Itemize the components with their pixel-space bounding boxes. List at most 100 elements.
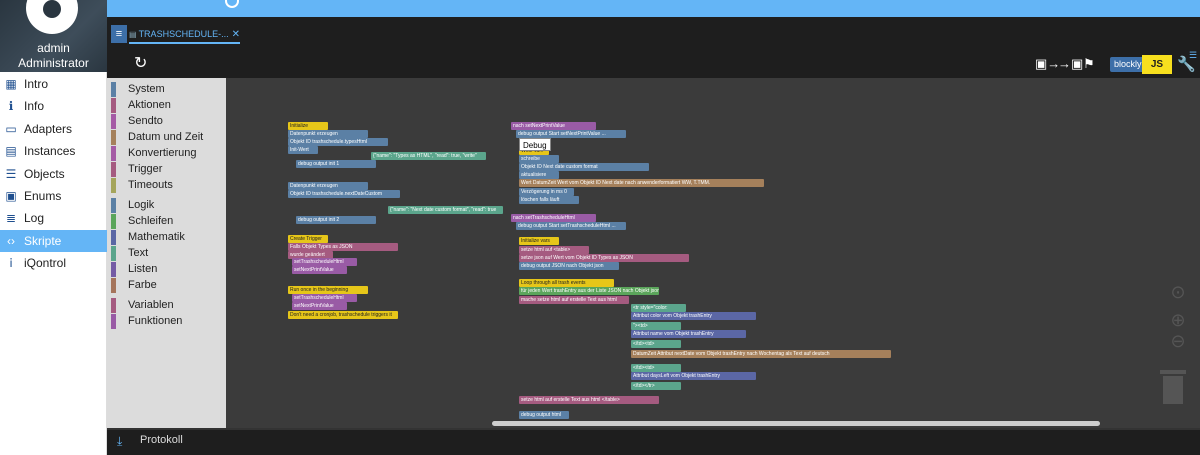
export-icon[interactable]: ▣→ xyxy=(1035,56,1060,72)
script-block[interactable]: nach setTrashscheduleHtml xyxy=(511,214,596,222)
script-block[interactable]: setNextPrintValue xyxy=(292,266,347,274)
category-color-swatch xyxy=(111,161,116,177)
script-block[interactable]: setTrashscheduleHtml xyxy=(292,294,357,302)
js-badge[interactable]: JS xyxy=(1142,55,1172,74)
script-block[interactable]: Wert DatumZeit Wert vom Objekt ID Next d… xyxy=(519,179,764,187)
tab-trashschedule[interactable]: ▤ TRASHSCHEDULE-... ✕ xyxy=(129,26,240,44)
category-trigger[interactable]: Trigger xyxy=(111,161,162,177)
blockly-workspace: System Aktionen Sendto Datum und Zeit Konver… xyxy=(107,78,1200,428)
script-block[interactable]: Attribut daysLeft vom Objekt trashEntry xyxy=(631,372,756,380)
script-block[interactable]: Objekt ID Next date custom format xyxy=(519,163,649,171)
script-block[interactable]: setze json auf Wert vom Objekt ID Types … xyxy=(519,254,689,262)
zoom-in-icon[interactable]: ⊕ xyxy=(1169,311,1187,329)
category-schleifen[interactable]: Schleifen xyxy=(111,213,173,229)
refresh-icon[interactable]: ↻ xyxy=(134,55,147,73)
sort-icon[interactable]: ☰ xyxy=(1189,50,1197,61)
category-datum-und-zeit[interactable]: Datum und Zeit xyxy=(111,129,203,145)
script-block[interactable]: debug output Start setNextPrintValue ... xyxy=(516,130,626,138)
script-block[interactable]: Run once in the beginning xyxy=(288,286,368,294)
script-block[interactable]: nach setNextPrintValue xyxy=(511,122,596,130)
category-text[interactable]: Text xyxy=(111,245,148,261)
script-block[interactable]: für jeden Wert trashEntry aus der Liste … xyxy=(519,287,659,295)
menu-toggle-button[interactable]: ≡ xyxy=(111,25,127,43)
category-mathematik[interactable]: Mathematik xyxy=(111,229,185,245)
category-farbe[interactable]: Farbe xyxy=(111,277,157,293)
log-icon: ≣ xyxy=(5,211,17,226)
script-block[interactable]: Init-Wert xyxy=(288,146,318,154)
script-block[interactable]: schreibe xyxy=(519,155,559,163)
script-block[interactable]: debug output init 2 xyxy=(296,216,376,224)
checkered-flag-icon[interactable]: ⚑ xyxy=(1083,56,1095,72)
category-logik[interactable]: Logik xyxy=(111,197,154,213)
zoom-out-icon[interactable]: ⊖ xyxy=(1169,332,1187,350)
category-timeouts[interactable]: Timeouts xyxy=(111,177,173,193)
script-block[interactable]: debug output html xyxy=(519,411,569,419)
category-variablen[interactable]: Variablen xyxy=(111,297,174,313)
script-block[interactable]: </td><td> xyxy=(631,364,681,372)
store-icon: ▭ xyxy=(5,121,17,136)
toolbar: ↻ ▣→ →▣ ⚑ blockly JS 🔧 ☰ xyxy=(107,50,1200,78)
instances-icon: ▤ xyxy=(5,144,17,159)
blockly-canvas[interactable]: Initialize Datenpunkt erzeugen Objekt ID t… xyxy=(226,78,1200,428)
script-block[interactable]: <tr style="color: xyxy=(631,304,686,312)
blockly-badge[interactable]: blockly xyxy=(1110,57,1146,72)
category-label: Text xyxy=(128,247,149,259)
trash-icon[interactable] xyxy=(1160,370,1186,404)
script-block[interactable]: {"name": "Types as HTML", "read": true, … xyxy=(371,152,486,160)
script-block[interactable]: löschen falls läuft xyxy=(519,196,579,204)
sidebar-item-iqontrol[interactable]: ⅰ iQontrol xyxy=(0,252,107,274)
script-block[interactable]: setze html auf erstelle Text aus html </… xyxy=(519,396,659,404)
script-block[interactable]: "><td> xyxy=(631,322,681,330)
download-icon[interactable]: ⤓ xyxy=(117,434,122,449)
recenter-icon[interactable]: ⊙ xyxy=(1169,283,1187,301)
sidebar-item-enums[interactable]: ▣ Enums xyxy=(0,185,107,207)
script-block[interactable]: Objekt ID trashschedule.nextDateCustom xyxy=(288,190,400,198)
script-block[interactable]: </td></tr> xyxy=(631,382,681,390)
script-block[interactable]: </td><td> xyxy=(631,340,681,348)
script-block[interactable]: {"name": "Next date custom format", "rea… xyxy=(388,206,503,214)
category-funktionen[interactable]: Funktionen xyxy=(111,313,182,329)
avatar[interactable] xyxy=(26,0,78,34)
script-block[interactable]: aktualisiere xyxy=(519,171,559,179)
sidebar-item-skripte[interactable]: ‹› Skripte xyxy=(0,229,107,252)
category-system[interactable]: System xyxy=(111,81,165,97)
sidebar-item-label: Log xyxy=(24,211,45,226)
log-label[interactable]: Protokoll xyxy=(140,434,183,446)
script-block[interactable]: Verzögerung in ms 0 xyxy=(519,188,574,196)
script-block[interactable]: setNextPrintValue xyxy=(292,302,347,310)
category-listen[interactable]: Listen xyxy=(111,261,157,277)
script-block[interactable]: debug output init 1 xyxy=(296,160,376,168)
script-block[interactable]: Attribut color vom Objekt trashEntry xyxy=(631,312,756,320)
sidebar-item-info[interactable]: ℹ Info xyxy=(0,95,107,117)
script-block[interactable]: debug output JSON nach Objekt json xyxy=(519,262,619,270)
script-block[interactable]: Attribut name vom Objekt trashEntry xyxy=(631,330,746,338)
script-block[interactable]: Don't need a cronjob, trashschedule trig… xyxy=(288,311,398,319)
sidebar-item-intro[interactable]: ▦ Intro xyxy=(0,73,107,95)
category-sendto[interactable]: Sendto xyxy=(111,113,163,129)
script-block[interactable]: setTrashscheduleHtml xyxy=(292,258,357,266)
script-block[interactable]: Initialize vars xyxy=(519,237,559,245)
sidebar-item-adapters[interactable]: ▭ Adapters xyxy=(0,118,107,140)
script-block[interactable]: mache setze html auf erstelle Text aus h… xyxy=(519,296,629,304)
script-block[interactable]: Datenpunkt erzeugen xyxy=(288,182,368,190)
code-icon: ‹› xyxy=(7,233,15,248)
script-block[interactable]: Datenpunkt erzeugen xyxy=(288,130,368,138)
category-aktionen[interactable]: Aktionen xyxy=(111,97,171,113)
sidebar-item-objects[interactable]: ☰ Objects xyxy=(0,163,107,185)
script-block[interactable]: debug output Start setTrashscheduleHtml … xyxy=(516,222,626,230)
category-konvertierung[interactable]: Konvertierung xyxy=(111,145,197,161)
category-color-swatch xyxy=(111,245,116,261)
sidebar-item-log[interactable]: ≣ Log xyxy=(0,207,107,229)
sidebar-item-instances[interactable]: ▤ Instances xyxy=(0,140,107,162)
script-block[interactable]: Loop through all trash events xyxy=(519,279,614,287)
script-block[interactable]: Falls Objekt Types as JSON xyxy=(288,243,398,251)
category-label: Konvertierung xyxy=(128,147,197,159)
horizontal-scrollbar[interactable] xyxy=(492,421,1100,426)
close-icon[interactable]: ✕ xyxy=(232,29,240,40)
script-block[interactable]: Initialize xyxy=(288,122,328,130)
script-block[interactable]: setze html auf <table> xyxy=(519,246,589,254)
script-block[interactable]: DatumZeit Attribut nextDate vom Objekt t… xyxy=(631,350,891,358)
script-block[interactable]: Objekt ID trashschedule.typesHtml xyxy=(288,138,388,146)
import-icon[interactable]: →▣ xyxy=(1058,56,1083,72)
script-block[interactable]: Create Trigger xyxy=(288,235,328,243)
